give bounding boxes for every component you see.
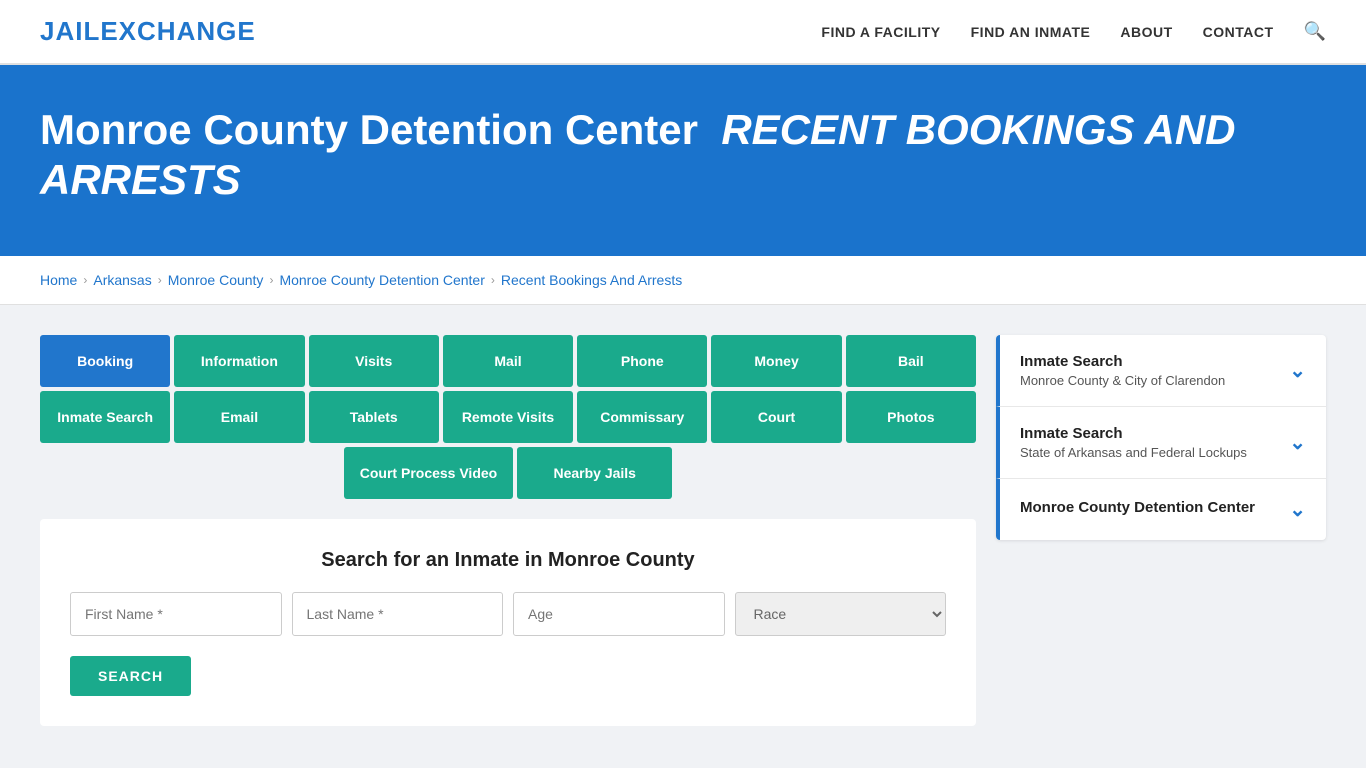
- tab-email[interactable]: Email: [174, 391, 304, 443]
- breadcrumb-detention-center[interactable]: Monroe County Detention Center: [279, 272, 484, 288]
- breadcrumb-sep-1: ›: [83, 273, 87, 287]
- sidebar-item-sub-2: State of Arkansas and Federal Lockups: [1020, 445, 1247, 460]
- breadcrumb-sep-3: ›: [269, 273, 273, 287]
- sidebar-item-title-1: Inmate Search: [1020, 353, 1225, 370]
- nav-find-facility[interactable]: FIND A FACILITY: [821, 24, 940, 40]
- main-nav: FIND A FACILITY FIND AN INMATE ABOUT CON…: [821, 21, 1326, 42]
- tab-remote-visits[interactable]: Remote Visits: [443, 391, 573, 443]
- sidebar-item-arkansas-federal-search[interactable]: Inmate Search State of Arkansas and Fede…: [996, 407, 1326, 479]
- chevron-down-icon-3: ⌄: [1289, 497, 1306, 522]
- sidebar-item-content-2: Inmate Search State of Arkansas and Fede…: [1020, 425, 1247, 460]
- tab-court[interactable]: Court: [711, 391, 841, 443]
- sidebar-item-content-3: Monroe County Detention Center: [1020, 499, 1255, 519]
- sidebar-item-detention-center[interactable]: Monroe County Detention Center ⌄: [996, 479, 1326, 540]
- chevron-down-icon-1: ⌄: [1289, 358, 1306, 383]
- hero-title: Monroe County Detention Center RECENT BO…: [40, 105, 1326, 206]
- search-icon[interactable]: 🔍: [1304, 21, 1326, 42]
- breadcrumb-current: Recent Bookings And Arrests: [501, 272, 682, 288]
- hero-section: Monroe County Detention Center RECENT BO…: [0, 65, 1366, 256]
- last-name-input[interactable]: [292, 592, 504, 636]
- tab-inmate-search[interactable]: Inmate Search: [40, 391, 170, 443]
- sidebar-item-sub-1: Monroe County & City of Clarendon: [1020, 373, 1225, 388]
- logo-jail: JAIL: [40, 16, 100, 46]
- main-content: Booking Information Visits Mail Phone Mo…: [0, 305, 1366, 756]
- tab-commissary[interactable]: Commissary: [577, 391, 707, 443]
- left-column: Booking Information Visits Mail Phone Mo…: [40, 335, 976, 726]
- tab-mail[interactable]: Mail: [443, 335, 573, 387]
- race-select[interactable]: Race White Black Hispanic Asian Other: [735, 592, 947, 636]
- tab-court-process-video[interactable]: Court Process Video: [344, 447, 513, 499]
- sidebar-item-monroe-county-search[interactable]: Inmate Search Monroe County & City of Cl…: [996, 335, 1326, 407]
- breadcrumb-monroe-county[interactable]: Monroe County: [168, 272, 264, 288]
- nav-about[interactable]: ABOUT: [1120, 24, 1172, 40]
- tab-information[interactable]: Information: [174, 335, 304, 387]
- breadcrumb-sep-2: ›: [158, 273, 162, 287]
- hero-title-main: Monroe County Detention Center: [40, 106, 698, 153]
- tab-tablets[interactable]: Tablets: [309, 391, 439, 443]
- nav-contact[interactable]: CONTACT: [1203, 24, 1274, 40]
- nav-find-inmate[interactable]: FIND AN INMATE: [971, 24, 1091, 40]
- breadcrumb: Home › Arkansas › Monroe County › Monroe…: [0, 256, 1366, 305]
- tabs-row-3: Court Process Video Nearby Jails: [40, 447, 976, 499]
- breadcrumb-sep-4: ›: [491, 273, 495, 287]
- breadcrumb-home[interactable]: Home: [40, 272, 77, 288]
- breadcrumb-arkansas[interactable]: Arkansas: [93, 272, 151, 288]
- right-sidebar: Inmate Search Monroe County & City of Cl…: [996, 335, 1326, 726]
- tab-bail[interactable]: Bail: [846, 335, 976, 387]
- tabs-row-1: Booking Information Visits Mail Phone Mo…: [40, 335, 976, 387]
- age-input[interactable]: [513, 592, 725, 636]
- logo[interactable]: JAILEXCHANGE: [40, 16, 256, 47]
- tabs-row-2: Inmate Search Email Tablets Remote Visit…: [40, 391, 976, 443]
- chevron-down-icon-2: ⌄: [1289, 430, 1306, 455]
- sidebar-card: Inmate Search Monroe County & City of Cl…: [996, 335, 1326, 540]
- tab-nearby-jails[interactable]: Nearby Jails: [517, 447, 672, 499]
- logo-exchange: EXCHANGE: [100, 16, 255, 46]
- search-form-title: Search for an Inmate in Monroe County: [70, 549, 946, 572]
- tab-booking[interactable]: Booking: [40, 335, 170, 387]
- header: JAILEXCHANGE FIND A FACILITY FIND AN INM…: [0, 0, 1366, 65]
- search-submit-button[interactable]: SEARCH: [70, 656, 191, 696]
- tab-visits[interactable]: Visits: [309, 335, 439, 387]
- tab-phone[interactable]: Phone: [577, 335, 707, 387]
- sidebar-item-title-3: Monroe County Detention Center: [1020, 499, 1255, 516]
- search-fields: Race White Black Hispanic Asian Other: [70, 592, 946, 636]
- inmate-search-form: Search for an Inmate in Monroe County Ra…: [40, 519, 976, 726]
- sidebar-item-content-1: Inmate Search Monroe County & City of Cl…: [1020, 353, 1225, 388]
- first-name-input[interactable]: [70, 592, 282, 636]
- sidebar-item-title-2: Inmate Search: [1020, 425, 1247, 442]
- tab-photos[interactable]: Photos: [846, 391, 976, 443]
- tab-money[interactable]: Money: [711, 335, 841, 387]
